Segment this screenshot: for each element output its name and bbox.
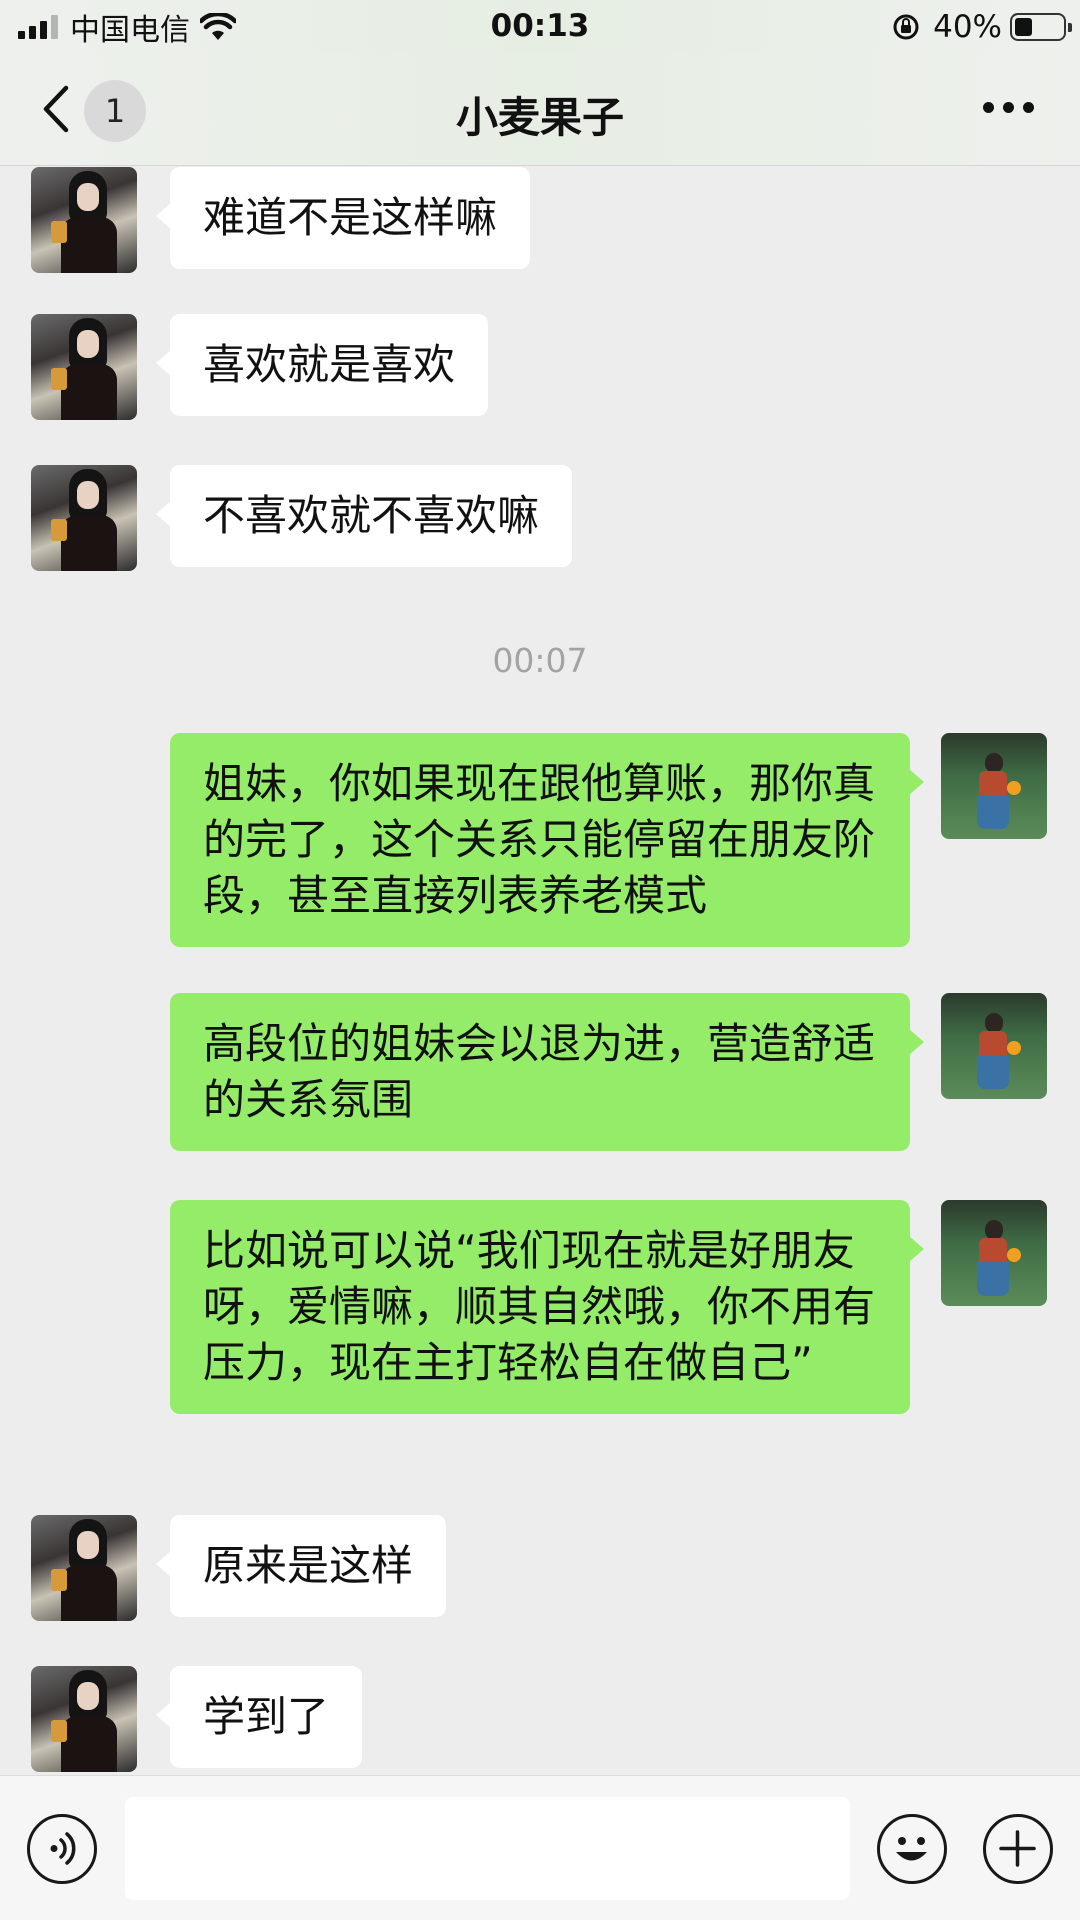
received-message-bubble[interactable]: 原来是这样 [155, 1515, 447, 1617]
more-dots-icon[interactable] [983, 102, 1034, 113]
received-message-bubble[interactable]: 不喜欢就不喜欢嘛 [155, 465, 573, 567]
message-timestamp: 00:07 [492, 641, 588, 680]
received-message-bubble[interactable]: 喜欢就是喜欢 [155, 314, 489, 416]
status-bar: 中国电信 00:13 40% [0, 0, 1080, 54]
contact-avatar[interactable] [31, 465, 137, 571]
plus-icon[interactable] [983, 1814, 1053, 1884]
received-message-bubble[interactable]: 学到了 [155, 1666, 363, 1768]
sent-message-bubble[interactable]: 比如说可以说“我们现在就是好朋友呀，爱情嘛，顺其自然哦，你不用有压力，现在主打轻… [170, 1200, 924, 1414]
received-message-bubble[interactable]: 难道不是这样嘛 [155, 167, 531, 269]
my-avatar[interactable] [941, 993, 1047, 1099]
chat-area[interactable]: 难道不是这样嘛 喜欢就是喜欢 不喜欢就不喜欢嘛 00:07 姐妹，你如果现在跟他… [0, 167, 1080, 1775]
nav-bar: 1 小麦果子 [0, 54, 1080, 166]
voice-icon[interactable] [27, 1814, 97, 1884]
chat-title: 小麦果子 [455, 93, 624, 142]
contact-avatar[interactable] [31, 1666, 137, 1772]
sent-message-bubble[interactable]: 姐妹，你如果现在跟他算账，那你真的完了，这个关系只能停留在朋友阶段，甚至直接列表… [170, 733, 924, 947]
input-bar [0, 1775, 1080, 1920]
battery-icon [1010, 13, 1072, 41]
message-input[interactable] [125, 1797, 850, 1900]
emoji-icon[interactable] [877, 1814, 947, 1884]
contact-avatar[interactable] [31, 314, 137, 420]
sent-message-bubble[interactable]: 高段位的姐妹会以退为进，营造舒适的关系氛围 [170, 993, 924, 1151]
battery-percent: 40% [933, 9, 1002, 45]
contact-avatar[interactable] [31, 1515, 137, 1621]
rotation-lock-icon [893, 14, 919, 40]
my-avatar[interactable] [941, 733, 1047, 839]
my-avatar[interactable] [941, 1200, 1047, 1306]
contact-avatar[interactable] [31, 167, 137, 273]
